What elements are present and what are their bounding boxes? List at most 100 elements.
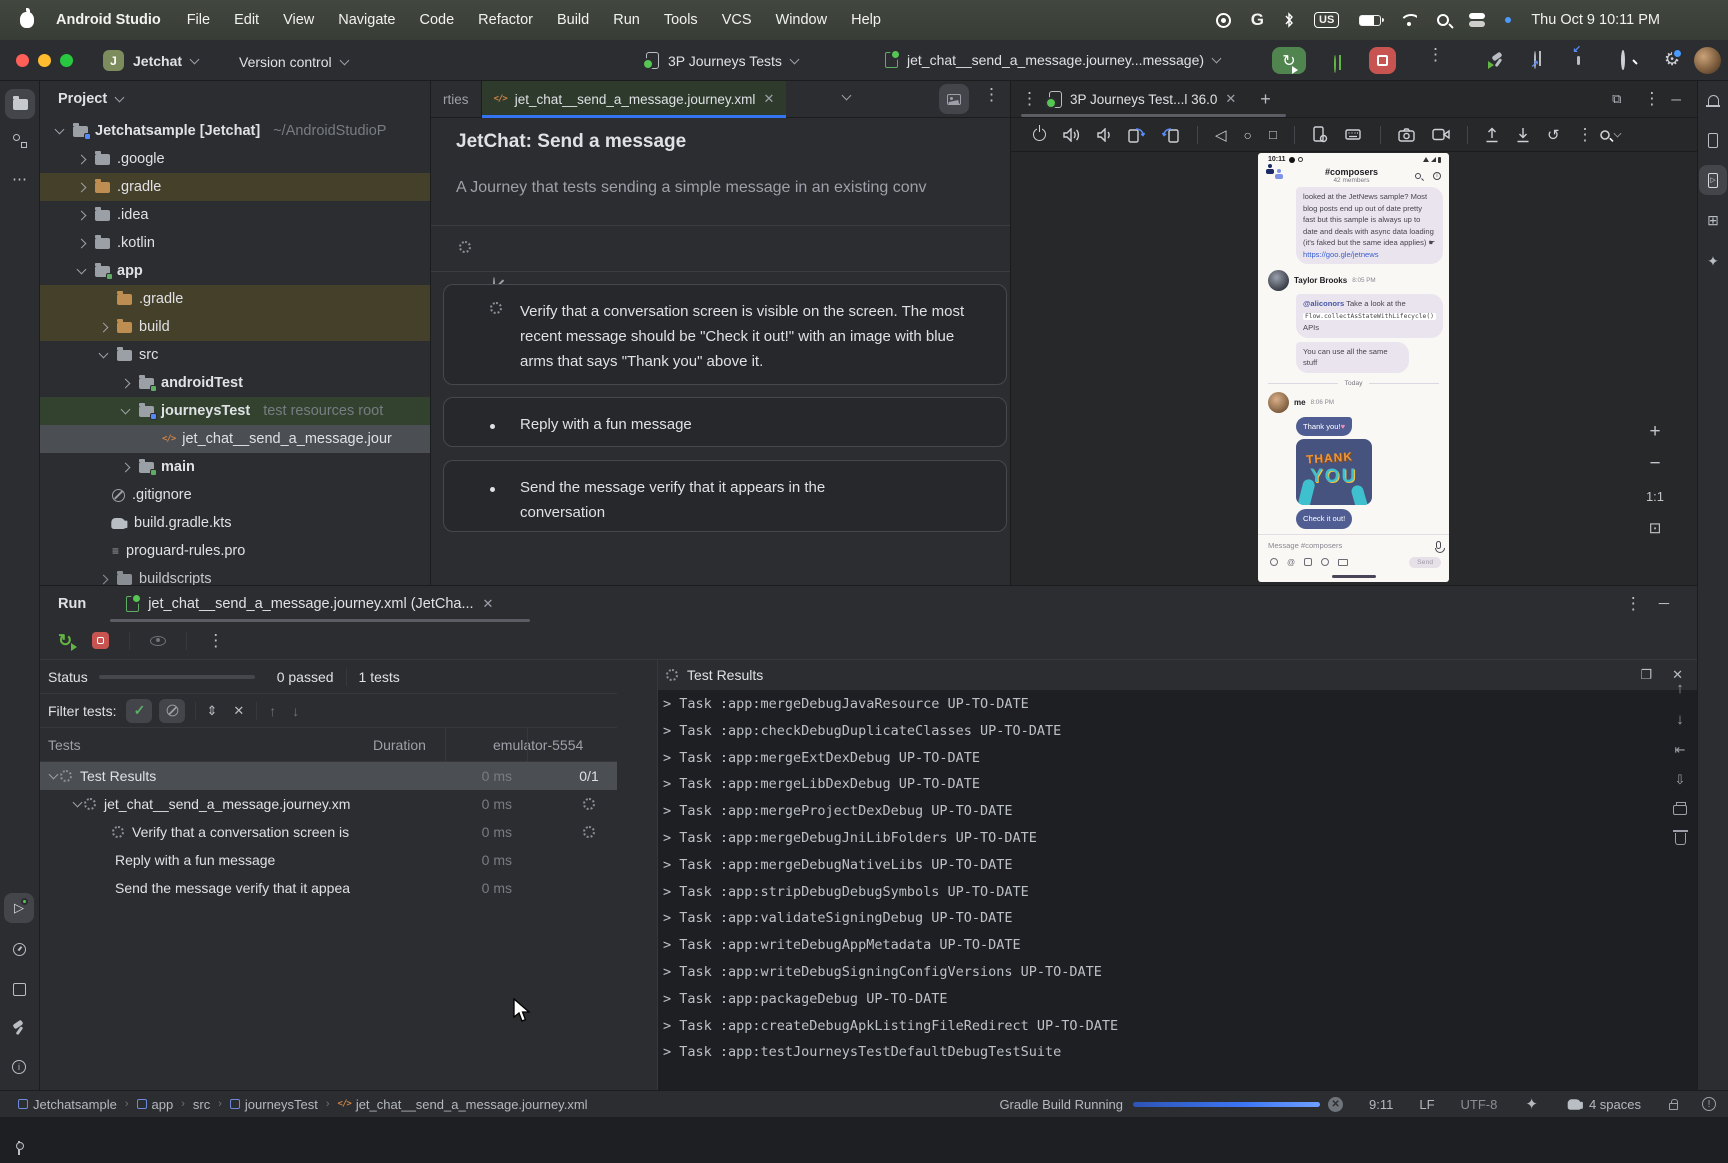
journey-step-card[interactable]: Verify that a conversation screen is vis… (443, 284, 1007, 385)
mic-icon[interactable] (1436, 541, 1441, 549)
panel-options-kebab-icon[interactable]: ⋮ (1643, 96, 1649, 102)
wifi-icon[interactable] (1401, 14, 1417, 26)
column-device[interactable]: emulator-5554 (493, 737, 583, 753)
debug-button[interactable] (1334, 55, 1336, 73)
snapshot-reset-icon[interactable]: ↻ (1547, 126, 1560, 144)
tool-run-button[interactable]: ▷ (4, 893, 34, 923)
tree-row-main[interactable]: main (40, 453, 430, 481)
screen-record-video-icon[interactable] (1432, 128, 1450, 141)
project-panel-header[interactable]: Project (40, 81, 430, 117)
run-panel-options-kebab-icon[interactable]: ⋮ (1625, 601, 1631, 607)
devices-options-kebab-icon[interactable]: ⋮ (1021, 96, 1027, 102)
collapse-all-icon[interactable]: ✕ (233, 703, 244, 719)
close-icon[interactable]: ✕ (1225, 91, 1236, 107)
build-project-button[interactable] (1490, 52, 1496, 68)
device-manager-button[interactable] (1699, 125, 1727, 155)
send-button[interactable]: Send (1409, 557, 1441, 568)
tool-more-button[interactable]: ⋯ (5, 164, 35, 194)
menu-build[interactable]: Build (557, 12, 589, 28)
console-layout-icon[interactable]: ❐ (1640, 667, 1652, 683)
window-zoom-button[interactable] (60, 54, 73, 67)
tree-row-app[interactable]: app (40, 257, 430, 285)
ai-assistant-icon[interactable]: ✦ (1525, 1095, 1538, 1113)
design-view-button[interactable] (939, 84, 969, 114)
cancel-build-icon[interactable]: ✕ (1328, 1097, 1343, 1112)
rotate-right-icon[interactable] (1162, 127, 1180, 143)
tree-row-kotlin[interactable]: .kotlin (40, 229, 430, 257)
tree-row-buildscripts[interactable]: buildscripts (40, 565, 430, 585)
vcs-widget[interactable]: Version control (239, 54, 348, 70)
tab-list-chevron-icon[interactable] (842, 91, 852, 101)
menu-vcs[interactable]: VCS (722, 12, 752, 28)
line-separator[interactable]: LF (1419, 1097, 1434, 1112)
tool-project-button[interactable] (5, 89, 35, 119)
display-zoom-selector[interactable] (1599, 129, 1621, 141)
spotlight-search-icon[interactable] (1437, 14, 1449, 26)
run-tab[interactable]: jet_chat__send_a_message.journey.xml (Je… (126, 596, 493, 612)
show-passed-toggle[interactable]: ✓ (126, 699, 152, 723)
journey-step-card[interactable]: Reply with a fun message (443, 397, 1007, 447)
back-icon[interactable]: ◁ (1215, 126, 1227, 144)
tree-row-idea[interactable]: .idea (40, 201, 430, 229)
window-minimize-button[interactable] (38, 54, 51, 67)
test-row-step[interactable]: Verify that a conversation screen is 0 m… (40, 818, 617, 846)
running-devices-button[interactable]: ▷ (1699, 165, 1727, 195)
tree-row-google[interactable]: .google (40, 145, 430, 173)
tree-row-app-gradle[interactable]: .gradle (40, 285, 430, 313)
tree-row-src[interactable]: src (40, 341, 430, 369)
tool-profiler-button[interactable] (4, 934, 34, 964)
menu-edit[interactable]: Edit (234, 12, 259, 28)
menu-refactor[interactable]: Refactor (478, 12, 533, 28)
test-row-step[interactable]: Send the message verify that it appea 0 … (40, 874, 617, 902)
show-ignored-toggle[interactable] (159, 699, 185, 723)
rotate-left-icon[interactable] (1127, 127, 1145, 143)
keyboard-small-icon[interactable] (1338, 559, 1348, 566)
caret-position[interactable]: 9:11 (1369, 1097, 1393, 1112)
inspections-icon[interactable]: ! (1702, 1097, 1716, 1111)
power-icon[interactable] (1033, 128, 1046, 141)
close-icon[interactable]: ✕ (483, 596, 494, 612)
tree-row-journey-file[interactable]: </> jet_chat__send_a_message.jour (40, 425, 430, 453)
zoom-in-button[interactable]: + (1642, 421, 1668, 443)
run-options-kebab-icon[interactable]: ⋮ (1427, 52, 1433, 58)
soft-wrap-icon[interactable]: ⇤ (1675, 742, 1686, 758)
test-row-step[interactable]: Reply with a fun message 0 ms (40, 846, 617, 874)
battery-icon[interactable] (1359, 15, 1381, 26)
editor-tab-active[interactable]: </> jet_chat__send_a_message.journey.xml… (482, 81, 787, 117)
gemini-button[interactable]: ✦ (1699, 246, 1727, 276)
zoom-fit-icon[interactable]: ⊡ (1642, 519, 1668, 537)
menu-code[interactable]: Code (419, 12, 454, 28)
home-icon[interactable]: ○ (1244, 127, 1252, 143)
stop-tests-button[interactable] (92, 632, 109, 649)
breadcrumb-src[interactable]: src (193, 1097, 210, 1112)
tab-scrollbar[interactable] (110, 619, 530, 622)
bluetooth-icon[interactable] (1284, 12, 1294, 28)
tree-row-build-gradle[interactable]: build.gradle.kts (40, 509, 430, 537)
thank-you-image[interactable]: THANK YOU (1296, 439, 1372, 505)
download-icon[interactable] (1516, 127, 1530, 143)
emulator-options-kebab-icon[interactable]: ⋮ (1576, 132, 1582, 138)
menubar-clock[interactable]: Thu Oct 9 10:11 PM (1531, 12, 1660, 28)
volume-up-icon[interactable] (1063, 128, 1080, 142)
tool-problems-button[interactable]: i (4, 1052, 34, 1082)
indent-widget[interactable]: 4 spaces (1566, 1097, 1641, 1112)
google-icon[interactable]: G (1251, 10, 1264, 30)
menu-file[interactable]: File (187, 12, 210, 28)
column-duration[interactable]: Duration (373, 737, 426, 753)
menu-app-name[interactable]: Android Studio (56, 12, 161, 28)
project-widget[interactable]: J Jetchat (103, 50, 198, 71)
print-icon[interactable] (1673, 805, 1687, 815)
layout-inspector-button[interactable]: ⊞ (1699, 205, 1727, 235)
mention-icon[interactable]: @ (1287, 558, 1295, 567)
breadcrumb-project[interactable]: Jetchatsample (33, 1097, 117, 1112)
run-configuration-selector[interactable]: jet_chat__send_a_message.journey...messa… (885, 52, 1220, 68)
tree-row-gitignore[interactable]: .gitignore (40, 481, 430, 509)
menu-run[interactable]: Run (613, 12, 640, 28)
editor-tab-partial[interactable]: rties (431, 81, 482, 117)
mention[interactable]: @aliconors (1303, 299, 1344, 308)
menu-window[interactable]: Window (776, 12, 828, 28)
breadcrumb-file[interactable]: jet_chat__send_a_message.journey.xml (356, 1097, 588, 1112)
chat-link[interactable]: https://goo.gle/jetnews (1303, 250, 1379, 259)
keyboard-icon[interactable] (1345, 128, 1363, 142)
zoom-out-button[interactable]: − (1642, 453, 1668, 475)
